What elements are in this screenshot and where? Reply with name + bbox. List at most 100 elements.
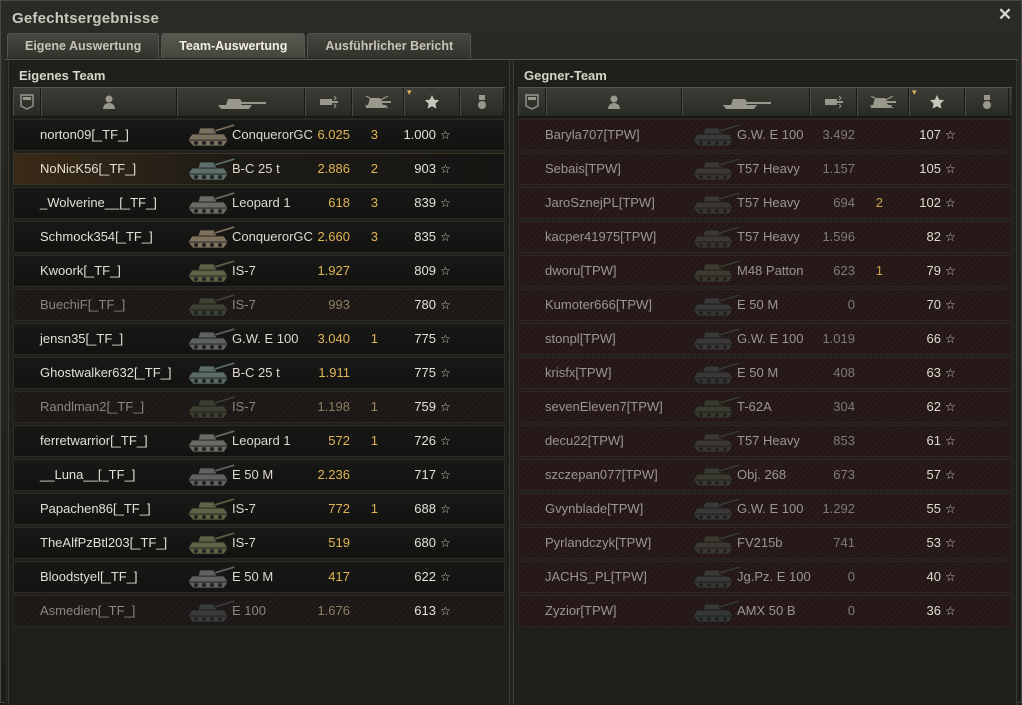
damage-value: 1.198 xyxy=(317,399,350,414)
star-icon: ☆ xyxy=(440,128,451,142)
own-team-header: ▾ xyxy=(13,87,505,117)
damage-value: 694 xyxy=(833,195,855,210)
player-row[interactable]: Gvynblade[TPW] G.W. E 100 1.292 55 ☆ xyxy=(518,493,1012,525)
player-name: BuechiF[_TF_] xyxy=(40,297,126,312)
player-row[interactable]: Schmock354[_TF_] ConquerorGC 2.660 3 835 ☆ xyxy=(13,221,505,253)
player-row[interactable]: NoNicK56[_TF_] B-C 25 t 2.886 2 903 ☆ xyxy=(13,153,505,185)
player-name: stonpl[TPW] xyxy=(545,331,616,346)
tank-icon xyxy=(689,324,743,354)
player-row[interactable]: kacper41975[TPW] T57 Heavy 1.596 82 ☆ xyxy=(518,221,1012,253)
damage-value: 0 xyxy=(847,297,855,312)
player-row[interactable]: norton09[_TF_] ConquerorGC 6.025 3 1.000 ☆ xyxy=(13,119,505,151)
player-name: JaroSznejPL[TPW] xyxy=(545,195,655,210)
header-damage[interactable] xyxy=(305,88,352,116)
kills-value xyxy=(859,392,883,422)
player-row[interactable]: jensn35[_TF_] G.W. E 100 3.040 1 775 ☆ xyxy=(13,323,505,355)
player-row[interactable]: __Luna__[_TF_] E 50 M 2.236 717 ☆ xyxy=(13,459,505,491)
tab-ausfuehrlicher-bericht[interactable]: Ausführlicher Bericht xyxy=(307,33,472,58)
player-icon xyxy=(102,94,116,110)
player-name: sevenEleven7[TPW] xyxy=(545,399,663,414)
damage-value: 304 xyxy=(833,399,855,414)
experience-value: 55 xyxy=(926,501,941,516)
kills-value xyxy=(859,460,883,490)
player-row[interactable]: JACHS_PL[TPW] Jg.Pz. E 100 0 40 ☆ xyxy=(518,561,1012,593)
tab-team-auswertung[interactable]: Team-Auswertung xyxy=(161,33,306,58)
player-row[interactable]: TheAlfPzBtl203[_TF_] IS-7 519 680 ☆ xyxy=(13,527,505,559)
kills-value: 1 xyxy=(370,501,378,516)
experience-value: 726 xyxy=(414,433,436,448)
kills-value xyxy=(859,562,883,592)
player-row[interactable]: decu22[TPW] T57 Heavy 853 61 ☆ xyxy=(518,425,1012,457)
player-row[interactable]: Asmedien[_TF_] E 100 1.676 613 ☆ xyxy=(13,595,505,627)
star-icon: ☆ xyxy=(945,400,956,414)
header-frags[interactable] xyxy=(857,88,909,116)
tank-icon xyxy=(689,494,743,524)
player-row[interactable]: Baryla707[TPW] G.W. E 100 3.492 107 ☆ xyxy=(518,119,1012,151)
damage-value: 1.596 xyxy=(822,229,855,244)
enemy-team-header: ▾ xyxy=(518,87,1012,117)
star-icon: ☆ xyxy=(945,570,956,584)
header-frags[interactable] xyxy=(352,88,404,116)
player-row[interactable]: krisfx[TPW] E 50 M 408 63 ☆ xyxy=(518,357,1012,389)
damage-value: 3.492 xyxy=(822,127,855,142)
header-vehicle[interactable] xyxy=(177,88,305,116)
experience-value: 36 xyxy=(926,603,941,618)
header-damage[interactable] xyxy=(810,88,857,116)
star-icon: ☆ xyxy=(440,400,451,414)
player-row[interactable]: Pyrlandczyk[TPW] FV215b 741 53 ☆ xyxy=(518,527,1012,559)
player-name: NoNicK56[_TF_] xyxy=(40,161,137,176)
player-row[interactable]: Randlman2[_TF_] IS-7 1.198 1 759 ☆ xyxy=(13,391,505,423)
kills-value xyxy=(354,358,378,388)
player-row[interactable]: Ghostwalker632[_TF_] B-C 25 t 1.911 775 ☆ xyxy=(13,357,505,389)
player-row[interactable]: stonpl[TPW] G.W. E 100 1.019 66 ☆ xyxy=(518,323,1012,355)
player-row[interactable]: Papachen86[_TF_] IS-7 772 1 688 ☆ xyxy=(13,493,505,525)
kills-value: 2 xyxy=(875,195,883,210)
header-vehicle[interactable] xyxy=(682,88,810,116)
tank-icon xyxy=(689,188,743,218)
damage-value: 1.019 xyxy=(822,331,855,346)
damage-value: 2.236 xyxy=(317,467,350,482)
enemy-team-title: Gegner-Team xyxy=(524,68,607,83)
player-name: Baryla707[TPW] xyxy=(545,127,640,142)
kills-value xyxy=(859,494,883,524)
close-icon[interactable]: ✕ xyxy=(997,6,1013,23)
star-icon: ☆ xyxy=(440,230,451,244)
header-player[interactable] xyxy=(41,88,177,116)
header-squad[interactable] xyxy=(518,88,546,116)
player-row[interactable]: Zyzior[TPW] AMX 50 B 0 36 ☆ xyxy=(518,595,1012,627)
header-medal[interactable] xyxy=(965,88,1009,116)
star-icon: ☆ xyxy=(945,196,956,210)
player-row[interactable]: Sebais[TPW] T57 Heavy 1.157 105 ☆ xyxy=(518,153,1012,185)
player-row[interactable]: Bloodstyel[_TF_] E 50 M 417 622 ☆ xyxy=(13,561,505,593)
experience-value: 759 xyxy=(414,399,436,414)
header-experience-star[interactable]: ▾ xyxy=(404,87,460,116)
star-icon: ☆ xyxy=(440,604,451,618)
player-row[interactable]: ferretwarrior[_TF_] Leopard 1 572 1 726 ☆ xyxy=(13,425,505,457)
header-player[interactable] xyxy=(546,88,682,116)
player-row[interactable]: _Wolverine__[_TF_] Leopard 1 618 3 839 ☆ xyxy=(13,187,505,219)
tank-icon xyxy=(184,562,238,592)
player-row[interactable]: JaroSznejPL[TPW] T57 Heavy 694 2 102 ☆ xyxy=(518,187,1012,219)
player-row[interactable]: dworu[TPW] M48 Patton 623 1 79 ☆ xyxy=(518,255,1012,287)
player-row[interactable]: Kumoter666[TPW] E 50 M 0 70 ☆ xyxy=(518,289,1012,321)
header-medal[interactable] xyxy=(460,88,504,116)
player-row[interactable]: szczepan077[TPW] Obj. 268 673 57 ☆ xyxy=(518,459,1012,491)
player-row[interactable]: sevenEleven7[TPW] T-62A 304 62 ☆ xyxy=(518,391,1012,423)
tab-eigene-auswertung[interactable]: Eigene Auswertung xyxy=(7,33,160,58)
player-name: Gvynblade[TPW] xyxy=(545,501,644,516)
tank-icon xyxy=(689,120,743,150)
vehicle-icon xyxy=(214,94,268,110)
damage-value: 623 xyxy=(833,263,855,278)
damage-value: 741 xyxy=(833,535,855,550)
star-icon: ☆ xyxy=(440,196,451,210)
header-experience-star[interactable]: ▾ xyxy=(909,87,965,116)
medal-icon xyxy=(981,94,993,110)
experience-star-icon xyxy=(424,94,440,110)
experience-value: 775 xyxy=(414,365,436,380)
player-row[interactable]: BuechiF[_TF_] IS-7 993 780 ☆ xyxy=(13,289,505,321)
tank-icon xyxy=(689,290,743,320)
header-squad[interactable] xyxy=(13,88,41,116)
star-icon: ☆ xyxy=(945,128,956,142)
player-row[interactable]: Kwoork[_TF_] IS-7 1.927 809 ☆ xyxy=(13,255,505,287)
tank-icon xyxy=(184,188,238,218)
